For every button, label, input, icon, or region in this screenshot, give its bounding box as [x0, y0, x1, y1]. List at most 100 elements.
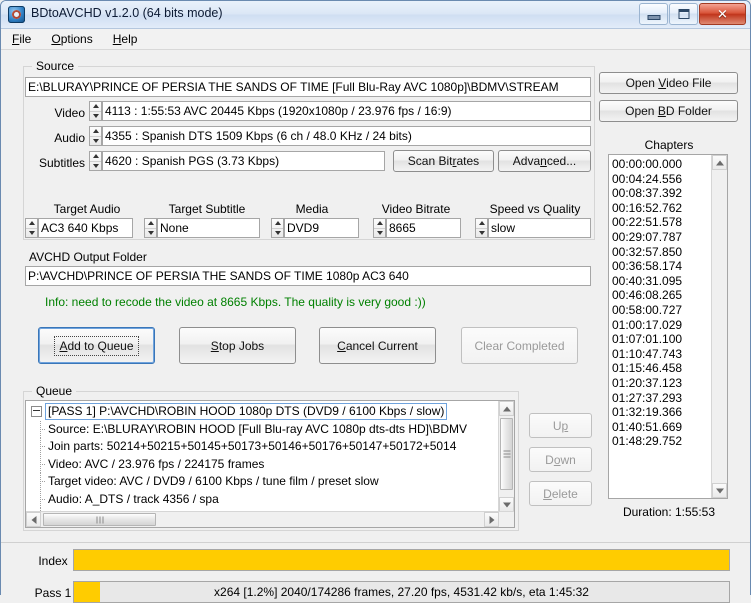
menu-file[interactable]: File — [9, 31, 34, 47]
tree-collapse-icon[interactable] — [31, 406, 42, 417]
video-stream-spinner[interactable] — [89, 101, 102, 121]
video-bitrate-spinner-down-icon[interactable] — [374, 228, 385, 238]
queue-down-button[interactable]: Down — [529, 447, 592, 472]
cancel-current-button[interactable]: Cancel Current — [319, 327, 436, 364]
queue-horizontal-scrollbar[interactable] — [26, 511, 514, 527]
scroll-down-arrow-icon[interactable] — [499, 497, 514, 512]
menu-help[interactable]: Help — [110, 31, 141, 47]
video-bitrate-spinner-up-icon[interactable] — [374, 219, 385, 228]
chapter-item[interactable]: 01:20:37.123 — [612, 376, 712, 391]
speed-quality-spinner-down-icon[interactable] — [476, 228, 487, 238]
chapters-scroll-down-arrow-icon[interactable] — [712, 483, 727, 498]
queue-row-parent[interactable]: [PASS 1] P:\AVCHD\ROBIN HOOD 1080p DTS (… — [26, 403, 499, 421]
video-label: Video — [33, 106, 85, 120]
audio-stream-input[interactable]: 4355 : Spanish DTS 1509 Kbps (6 ch / 48.… — [102, 126, 591, 146]
advanced-button[interactable]: Advanced... — [498, 150, 591, 172]
chapters-vertical-scrollbar[interactable] — [711, 155, 727, 498]
clear-completed-button[interactable]: Clear Completed — [461, 327, 578, 364]
chapters-scroll-up-arrow-icon[interactable] — [712, 155, 727, 170]
target-audio-spinner-down-icon[interactable] — [26, 228, 37, 238]
subtitle-spinner-down-icon[interactable] — [90, 161, 101, 171]
queue-child-label: Video: AVC / 23.976 fps / 224175 frames — [48, 457, 264, 471]
chapter-item[interactable]: 01:40:51.669 — [612, 420, 712, 435]
video-bitrate-label: Video Bitrate — [371, 202, 461, 216]
maximize-button[interactable] — [669, 3, 698, 25]
chapter-item[interactable]: 00:32:57.850 — [612, 245, 712, 260]
queue-row-child[interactable]: Source: E:\BLURAY\ROBIN HOOD [Full Blu-r… — [26, 421, 499, 439]
subtitle-spinner-up-icon[interactable] — [90, 152, 101, 161]
chapters-list[interactable]: 00:00:00.000 00:04:24.556 00:08:37.392 0… — [609, 155, 712, 498]
scroll-right-arrow-icon[interactable] — [484, 512, 499, 527]
video-spinner-down-icon[interactable] — [90, 111, 101, 121]
target-audio-spinner-up-icon[interactable] — [26, 219, 37, 228]
open-video-file-button[interactable]: Open Video File — [599, 72, 738, 94]
queue-up-button[interactable]: Up — [529, 413, 592, 438]
target-subtitle-input[interactable]: None — [157, 218, 260, 238]
media-spinner-up-icon[interactable] — [272, 219, 283, 228]
chapter-item[interactable]: 00:00:00.000 — [612, 157, 712, 172]
chapter-item[interactable]: 01:00:17.029 — [612, 318, 712, 333]
chapters-listbox[interactable]: 00:00:00.000 00:04:24.556 00:08:37.392 0… — [608, 154, 728, 499]
queue-vertical-scrollbar[interactable] — [498, 401, 514, 512]
video-bitrate-input[interactable]: 8665 — [386, 218, 461, 238]
queue-row-child[interactable]: Join parts: 50214+50215+50145+50173+5014… — [26, 438, 499, 456]
chapter-item[interactable]: 00:08:37.392 — [612, 186, 712, 201]
audio-spinner-down-icon[interactable] — [90, 136, 101, 146]
open-bd-folder-button[interactable]: Open BD Folder — [599, 100, 738, 122]
scroll-up-arrow-icon[interactable] — [499, 401, 514, 416]
video-stream-input[interactable]: 4113 : 1:55:53 AVC 20445 Kbps (1920x1080… — [102, 101, 591, 121]
chapter-item[interactable]: 01:48:29.752 — [612, 434, 712, 449]
target-audio-spinner[interactable] — [25, 218, 38, 238]
chapter-item[interactable]: 01:27:37.293 — [612, 391, 712, 406]
queue-row-child[interactable]: Audio: A_DTS / track 4356 / spa — [26, 491, 499, 509]
queue-vscroll-thumb[interactable] — [500, 418, 513, 490]
chapter-item[interactable]: 00:29:07.787 — [612, 230, 712, 245]
speed-quality-input[interactable]: slow — [488, 218, 591, 238]
chapter-item[interactable]: 00:22:51.578 — [612, 215, 712, 230]
chapter-item[interactable]: 00:36:58.174 — [612, 259, 712, 274]
media-spinner[interactable] — [271, 218, 284, 238]
queue-row-child[interactable]: Video: AVC / 23.976 fps / 224175 frames — [26, 456, 499, 474]
chapter-item[interactable]: 00:40:31.095 — [612, 274, 712, 289]
chapter-item[interactable]: 00:58:00.727 — [612, 303, 712, 318]
chapter-item[interactable]: 00:04:24.556 — [612, 172, 712, 187]
target-subtitle-spinner-down-icon[interactable] — [145, 228, 156, 238]
media-spinner-down-icon[interactable] — [272, 228, 283, 238]
output-folder-input[interactable]: P:\AVCHD\PRINCE OF PERSIA THE SANDS OF T… — [25, 266, 591, 286]
subtitle-stream-spinner[interactable] — [89, 151, 102, 171]
speed-quality-spinner[interactable] — [475, 218, 488, 238]
queue-hscroll-thumb[interactable] — [43, 513, 156, 526]
queue-row-child[interactable]: Target video: AVC / DVD9 / 6100 Kbps / t… — [26, 473, 499, 491]
title-bar: BDtoAVCHD v1.2.0 (64 bits mode) ✕ — [1, 1, 750, 29]
scroll-left-arrow-icon[interactable] — [26, 512, 41, 527]
queue-listbox[interactable]: [PASS 1] P:\AVCHD\ROBIN HOOD 1080p DTS (… — [25, 400, 515, 528]
minimize-button[interactable] — [639, 3, 668, 25]
chapter-item[interactable]: 01:32:19.366 — [612, 405, 712, 420]
menu-help-label-rest: elp — [121, 32, 137, 46]
add-to-queue-button[interactable]: Add to Queue — [38, 327, 155, 364]
cancel-current-label: Cancel Current — [337, 339, 418, 353]
source-path-input[interactable]: E:\BLURAY\PRINCE OF PERSIA THE SANDS OF … — [25, 77, 591, 97]
chapter-item[interactable]: 01:07:01.100 — [612, 332, 712, 347]
media-input[interactable]: DVD9 — [284, 218, 359, 238]
chapter-item[interactable]: 00:16:52.762 — [612, 201, 712, 216]
chapter-item[interactable]: 01:10:47.743 — [612, 347, 712, 362]
close-button[interactable]: ✕ — [699, 3, 746, 25]
chapter-item[interactable]: 00:46:08.265 — [612, 288, 712, 303]
video-bitrate-spinner[interactable] — [373, 218, 386, 238]
target-subtitle-spinner-up-icon[interactable] — [145, 219, 156, 228]
target-subtitle-spinner[interactable] — [144, 218, 157, 238]
source-group-label: Source — [32, 59, 78, 73]
chapter-item[interactable]: 01:15:46.458 — [612, 361, 712, 376]
subtitle-stream-input[interactable]: 4620 : Spanish PGS (3.73 Kbps) — [102, 151, 385, 171]
queue-delete-button[interactable]: Delete — [529, 481, 592, 506]
speed-quality-spinner-up-icon[interactable] — [476, 219, 487, 228]
audio-spinner-up-icon[interactable] — [90, 127, 101, 136]
scan-bitrates-button[interactable]: Scan Bitrates — [393, 150, 494, 172]
menu-options[interactable]: Options — [48, 31, 95, 47]
target-audio-input[interactable]: AC3 640 Kbps — [38, 218, 133, 238]
queue-tree[interactable]: [PASS 1] P:\AVCHD\ROBIN HOOD 1080p DTS (… — [26, 401, 499, 512]
video-spinner-up-icon[interactable] — [90, 102, 101, 111]
audio-stream-spinner[interactable] — [89, 126, 102, 146]
stop-jobs-button[interactable]: Stop Jobs — [179, 327, 296, 364]
